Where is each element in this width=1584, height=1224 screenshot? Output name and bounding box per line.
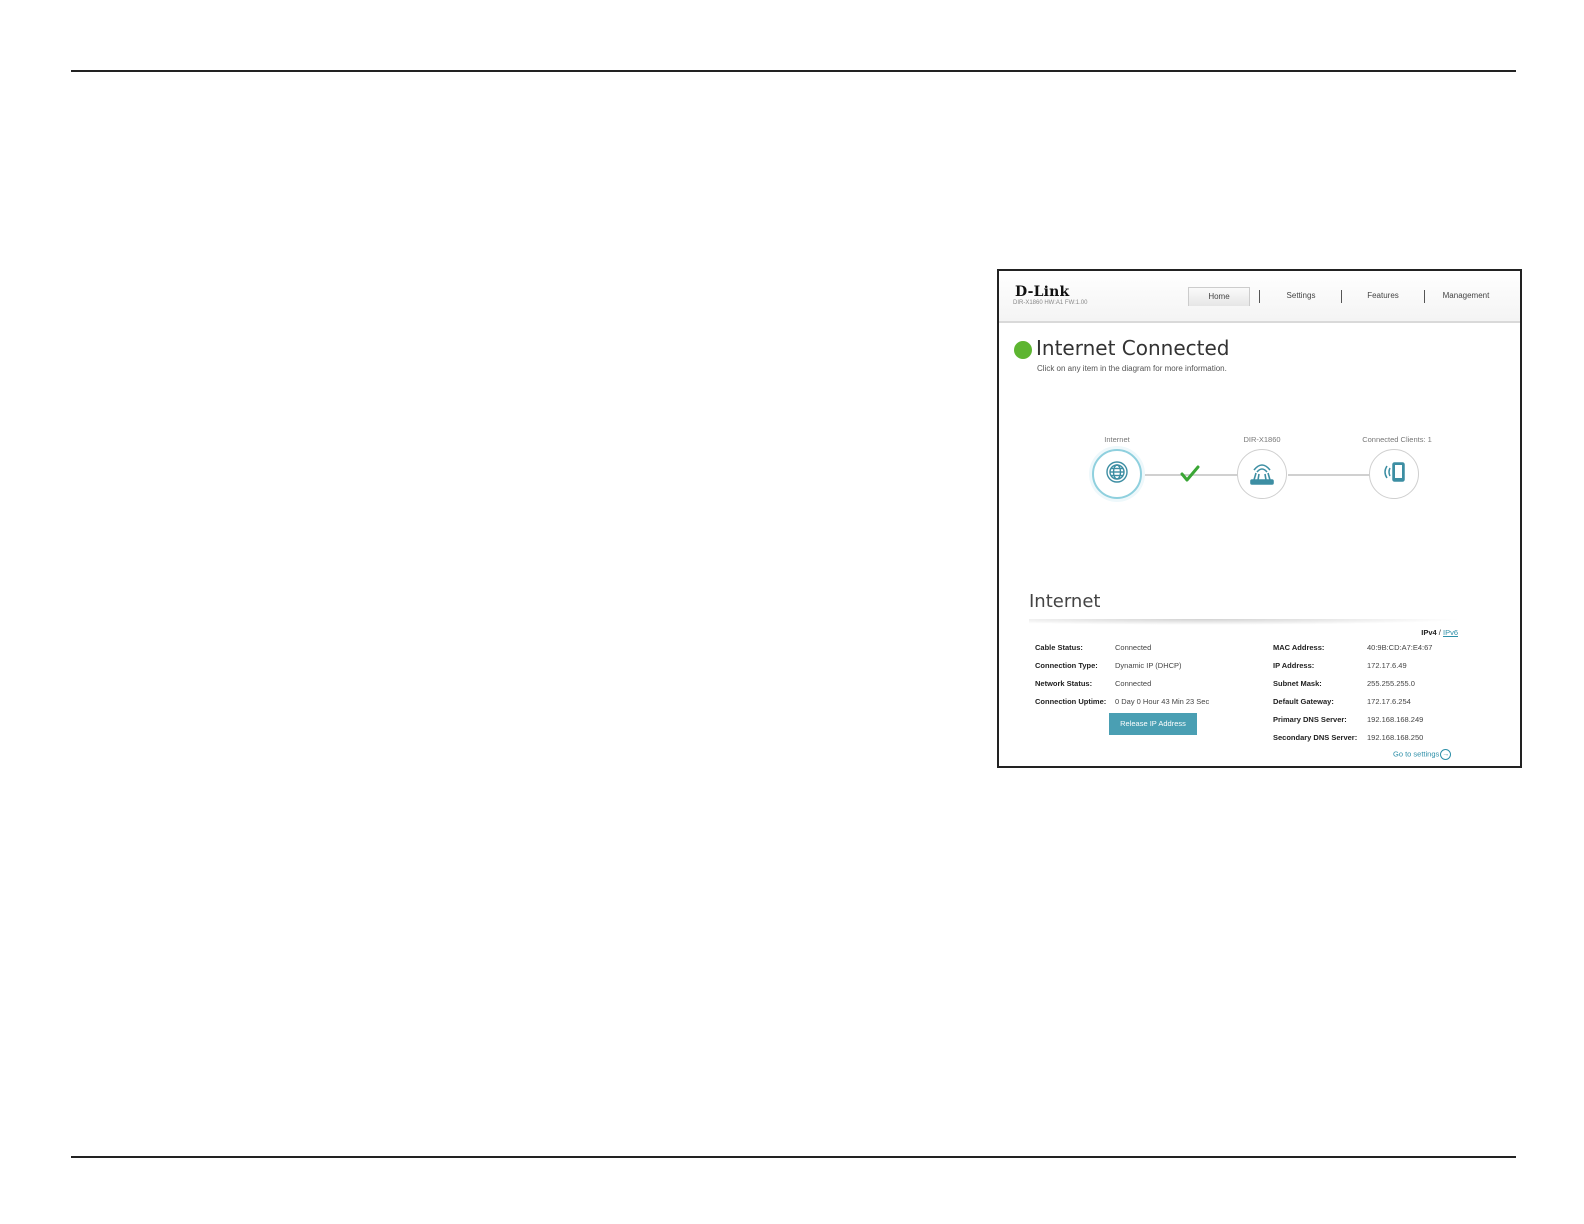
detail-value: Dynamic IP (DHCP) [1115,661,1182,670]
detail-value: 172.17.6.49 [1367,661,1407,670]
nav-separator [1341,290,1342,303]
router-node[interactable] [1237,449,1287,499]
status-subtitle: Click on any item in the diagram for mor… [1037,364,1227,373]
detail-value: 172.17.6.254 [1367,697,1411,706]
detail-key: Connection Uptime: [1035,697,1107,706]
detail-value: 192.168.168.250 [1367,733,1424,742]
nav-separator [1424,290,1425,303]
ipv6-link[interactable]: IPv6 [1443,628,1458,637]
nav-settings[interactable]: Settings [1271,287,1331,305]
section-divider [1029,619,1465,625]
detail-value: 255.255.255.0 [1367,679,1415,688]
detail-key: Default Gateway: [1273,697,1334,706]
router-icon [1247,458,1277,491]
page-bottom-rule [71,1156,1516,1158]
detail-key: Cable Status: [1035,643,1083,652]
router-clients-link [1288,474,1370,476]
nav-home[interactable]: Home [1188,287,1250,306]
internet-node-label: Internet [1104,435,1130,444]
detail-key: Subnet Mask: [1273,679,1322,688]
clients-node-label: Connected Clients: 1 [1362,435,1432,444]
status-title: Internet Connected [1036,336,1230,360]
detail-key: IP Address: [1273,661,1315,670]
ip-separator: / [1438,628,1441,637]
main-nav: Home Settings Features Management [999,287,1520,307]
checkmark-icon [1180,465,1200,488]
nav-management[interactable]: Management [1431,287,1501,305]
header-bar: D-Link DIR-X1860 HW:A1 FW:1.00 Home Sett… [999,271,1520,323]
network-diagram: Internet DIR-X1860 Connected Clients: 1 [999,421,1520,521]
page-top-rule [71,70,1516,72]
go-to-settings-link[interactable]: Go to settings → [1393,749,1452,760]
globe-icon [1105,460,1129,489]
arrow-right-circle-icon: → [1440,749,1452,760]
nav-separator [1259,290,1260,303]
detail-key: Connection Type: [1035,661,1098,670]
release-ip-button[interactable]: Release IP Address [1109,713,1197,735]
detail-key: Secondary DNS Server: [1273,733,1358,742]
ip-version-toggle: IPv4 / IPv6 [1421,628,1458,637]
detail-value: Connected [1115,643,1152,652]
internet-node[interactable] [1092,449,1142,499]
nav-features[interactable]: Features [1353,287,1413,305]
clients-node[interactable] [1369,449,1419,499]
router-node-label: DIR-X1860 [1243,435,1281,444]
detail-key: Primary DNS Server: [1273,715,1347,724]
detail-value: 192.168.168.249 [1367,715,1424,724]
ipv4-tab[interactable]: IPv4 [1421,628,1436,637]
detail-value: Connected [1115,679,1152,688]
router-ui-screenshot: D-Link DIR-X1860 HW:A1 FW:1.00 Home Sett… [997,269,1522,768]
go-to-settings-label: Go to settings [1393,749,1440,759]
client-device-icon [1381,460,1407,489]
detail-value: 40:9B:CD:A7:E4:67 [1367,643,1433,652]
status-indicator-icon [1014,341,1032,359]
detail-key: Network Status: [1035,679,1093,688]
internet-section-title: Internet [1029,591,1101,612]
detail-value: 0 Day 0 Hour 43 Min 23 Sec [1115,697,1210,706]
detail-key: MAC Address: [1273,643,1325,652]
